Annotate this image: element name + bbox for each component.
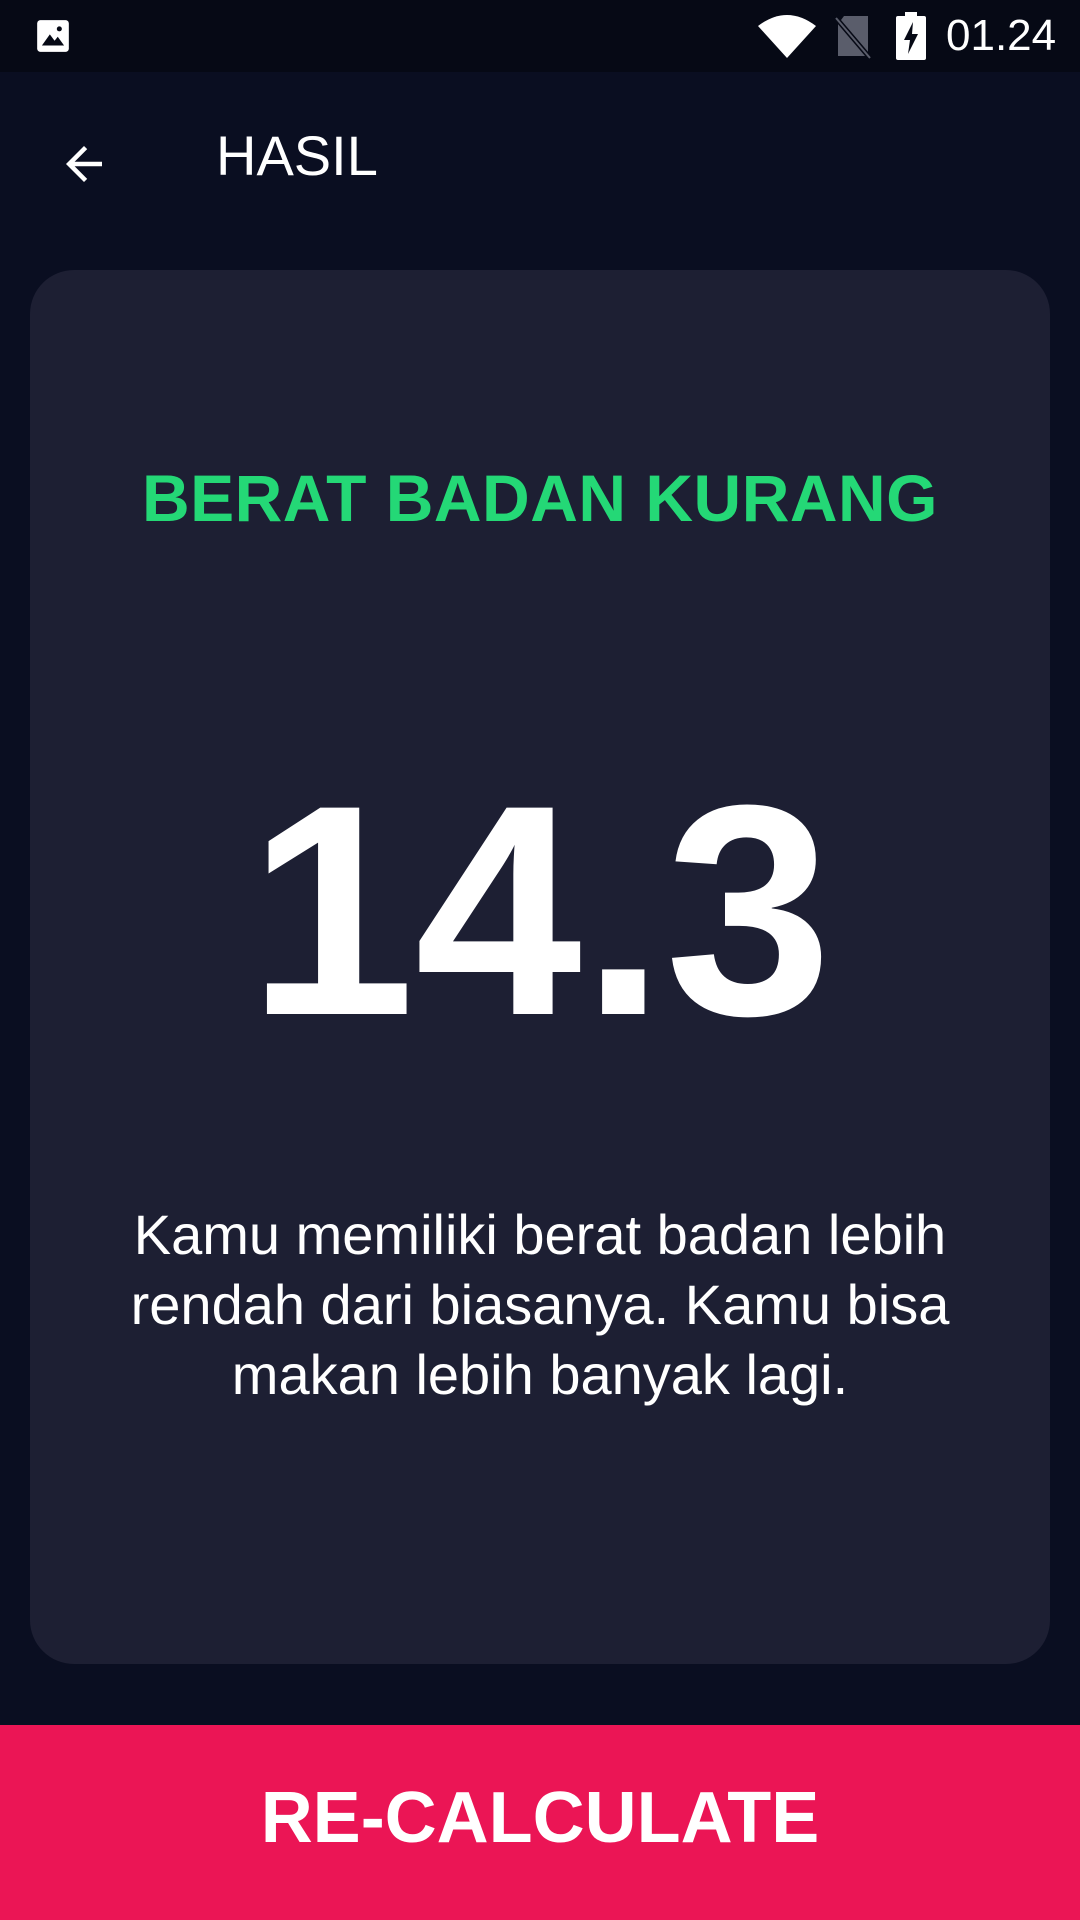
- bmi-value: 14.3: [248, 742, 832, 1078]
- result-description: Kamu memiliki berat badan lebih rendah d…: [130, 1203, 950, 1406]
- wifi-icon: [758, 15, 816, 58]
- status-clock: 01.24: [946, 11, 1057, 60]
- battery-charging-icon: [896, 12, 926, 60]
- result-status-label: BERAT BADAN KURANG: [141, 461, 939, 535]
- page-title: HASIL: [216, 124, 378, 187]
- back-button[interactable]: [34, 114, 134, 214]
- app-bar: HASIL: [0, 72, 1080, 242]
- result-card: BERAT BADAN KURANG 14.3 Kamu memiliki be…: [30, 270, 1050, 1664]
- gallery-icon: [37, 20, 69, 52]
- arrow-back-icon: [66, 146, 102, 182]
- no-sim-icon: [834, 16, 872, 60]
- recalculate-button[interactable]: RE-CALCULATE: [0, 1725, 1080, 1920]
- status-bar: 01.24: [0, 0, 1080, 72]
